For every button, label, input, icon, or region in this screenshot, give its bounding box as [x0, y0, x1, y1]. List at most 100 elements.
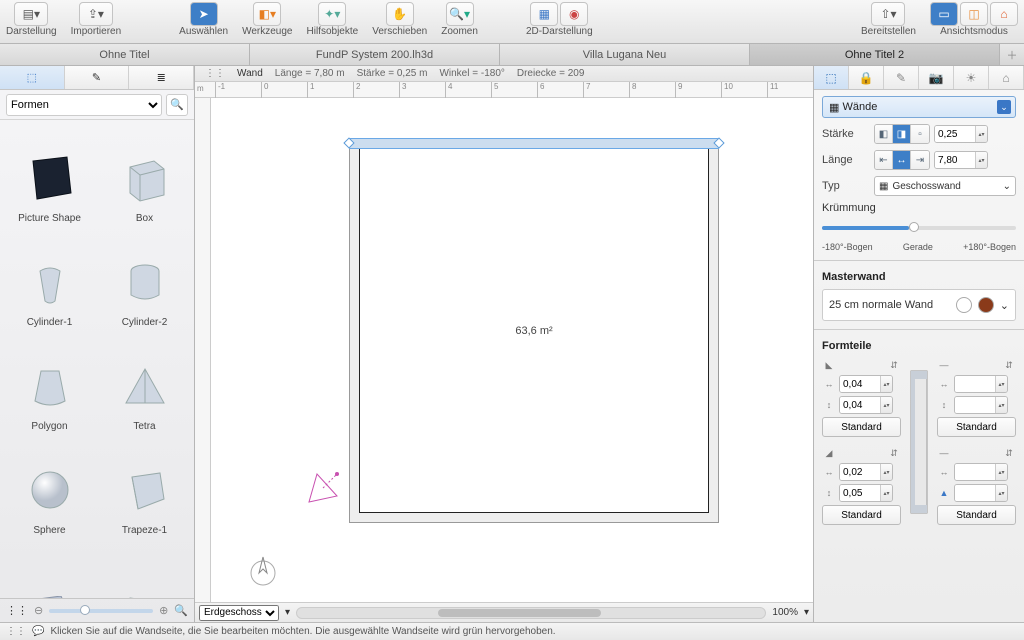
- mode-b-icon[interactable]: ◫: [960, 2, 988, 26]
- ft-l-1[interactable]: ▴▾: [839, 375, 893, 393]
- ft-l-3[interactable]: ▴▾: [839, 463, 893, 481]
- view2d-b-icon[interactable]: ◉: [560, 2, 588, 26]
- ft-r-1[interactable]: ▴▾: [954, 375, 1008, 393]
- ft-l-2[interactable]: ▴▾: [839, 396, 893, 414]
- tb-darstellung: ▤▾ Darstellung: [6, 2, 57, 37]
- library-tab-2[interactable]: ✎: [65, 66, 130, 89]
- insp-tab-wall[interactable]: ⬚: [814, 66, 849, 89]
- mode-c-icon[interactable]: ⌂: [990, 2, 1018, 26]
- shape-cyl2[interactable]: Cylinder-2: [99, 228, 190, 328]
- view2d-a-icon[interactable]: ▦: [530, 2, 558, 26]
- document-tabs: Ohne Titel FundP System 200.lh3d Villa L…: [0, 44, 1024, 66]
- tab-2[interactable]: Villa Lugana Neu: [500, 44, 750, 65]
- type-label: Typ: [822, 180, 870, 192]
- insp-tab-5[interactable]: ☀: [954, 66, 989, 89]
- insp-tab-3[interactable]: ✎: [884, 66, 919, 89]
- curvature-label: Krümmung: [822, 202, 1016, 214]
- tab-1[interactable]: FundP System 200.lh3d: [250, 44, 500, 65]
- zoom-out-icon[interactable]: ⊖: [34, 604, 43, 617]
- info-icon: 💬: [32, 626, 44, 637]
- add-floor-icon[interactable]: ▾: [285, 607, 290, 618]
- main-toolbar: ▤▾ Darstellung ⇪▾ Importieren ➤Auswählen…: [0, 0, 1024, 44]
- tools-icon[interactable]: ◧▾: [253, 2, 281, 26]
- length-align[interactable]: ⇤↔⇥: [874, 150, 930, 170]
- search-icon[interactable]: 🔍: [174, 604, 188, 617]
- insp-tab-2[interactable]: 🔒: [849, 66, 884, 89]
- shape-trapeze[interactable]: Trapeze-1: [99, 436, 190, 536]
- library-sidebar: ⬚ ✎ ≣ Formen 🔍 Picture Shape Box Cylinde…: [0, 66, 195, 622]
- zoom-icon[interactable]: 🔍▾: [446, 2, 474, 26]
- shape-polygon[interactable]: Polygon: [4, 332, 95, 432]
- shape-tetra[interactable]: Tetra: [99, 332, 190, 432]
- tb-label: Bereitstellen: [861, 26, 916, 37]
- zoom-in-icon[interactable]: ⊕: [159, 604, 168, 617]
- ft-r-3[interactable]: ▴▾: [954, 463, 1008, 481]
- canvas-footer: Erdgeschoss ▾ 100% ▾: [195, 602, 813, 622]
- tb-label: Zoomen: [441, 26, 478, 37]
- floor-select[interactable]: Erdgeschoss: [199, 605, 279, 621]
- tb-label: Importieren: [71, 26, 122, 37]
- left-footer: ⋮⋮ ⊖ ⊕ 🔍: [0, 598, 194, 622]
- drawing-canvas[interactable]: 63,6 m²: [211, 98, 813, 602]
- tab-0[interactable]: Ohne Titel: [0, 44, 250, 65]
- library-zoom-slider[interactable]: [49, 609, 153, 613]
- hand-icon[interactable]: ✋: [386, 2, 414, 26]
- profile-top-icon: ◣: [822, 358, 836, 372]
- ft-l-std-2[interactable]: Standard: [822, 505, 901, 525]
- tb-label: 2D-Darstellung: [526, 26, 593, 37]
- masterwall-select[interactable]: 25 cm normale Wand ⌄: [822, 289, 1016, 321]
- import-icon[interactable]: ⇪▾: [79, 2, 113, 26]
- layout-icon[interactable]: ▤▾: [14, 2, 48, 26]
- category-select[interactable]: Formen: [6, 94, 162, 116]
- selection-info: ⋮⋮ Wand Länge = 7,80 m Stärke = 0,25 m W…: [195, 66, 813, 82]
- shape-sphere[interactable]: Sphere: [4, 436, 95, 536]
- zoom-pct: 100%: [772, 607, 798, 618]
- insp-tab-6[interactable]: ⌂: [989, 66, 1024, 89]
- formteile-title: Formteile: [822, 340, 1016, 352]
- element-type-select[interactable]: ▦ Wände ⌄: [822, 96, 1016, 118]
- tb-label: Hilfsobjekte: [307, 26, 359, 37]
- thickness-input[interactable]: ▴▾: [934, 125, 988, 143]
- thickness-label: Stärke: [822, 128, 870, 140]
- share-icon[interactable]: ⇧▾: [871, 2, 905, 26]
- helpers-icon[interactable]: ✦▾: [318, 2, 346, 26]
- stepper-icon[interactable]: ⇵: [887, 358, 901, 372]
- shape-9[interactable]: [4, 540, 95, 598]
- curvature-slider[interactable]: [822, 226, 1016, 230]
- thickness-align[interactable]: ◧◨▫: [874, 124, 930, 144]
- shapes-grid: Picture Shape Box Cylinder-1 Cylinder-2 …: [0, 120, 194, 598]
- tb-importieren: ⇪▾ Importieren: [71, 2, 122, 37]
- tab-add-button[interactable]: ＋: [1000, 44, 1024, 65]
- ft-l-std-1[interactable]: Standard: [822, 417, 901, 437]
- chevron-down-icon: ⌄: [997, 100, 1011, 114]
- insp-tab-4[interactable]: 📷: [919, 66, 954, 89]
- camera-icon[interactable]: [303, 468, 343, 508]
- ft-r-std-2[interactable]: Standard: [937, 505, 1016, 525]
- inspector-sidebar: ⬚ 🔒 ✎ 📷 ☀ ⌂ ▦ Wände ⌄ Stärke ◧◨▫ ▴▾ Läng…: [814, 66, 1024, 622]
- room-outline[interactable]: 63,6 m²: [349, 138, 719, 523]
- cursor-icon[interactable]: ➤: [190, 2, 218, 26]
- tb-label: Darstellung: [6, 26, 57, 37]
- shape-box[interactable]: Box: [99, 124, 190, 224]
- zoom-menu-icon[interactable]: ▾: [804, 607, 809, 618]
- ft-r-std-1[interactable]: Standard: [937, 417, 1016, 437]
- length-input[interactable]: ▴▾: [934, 151, 988, 169]
- library-tab-shapes[interactable]: ⬚: [0, 66, 65, 89]
- shape-cyl1[interactable]: Cylinder-1: [4, 228, 95, 328]
- mode-a-icon[interactable]: ▭: [930, 2, 958, 26]
- curvature-ticks: -180°-BogenGerade+180°-Bogen: [822, 242, 1016, 252]
- compass-icon: [246, 553, 280, 587]
- shape-picture[interactable]: Picture Shape: [4, 124, 95, 224]
- search-icon[interactable]: 🔍: [166, 94, 188, 116]
- selected-wall[interactable]: [349, 138, 719, 149]
- ft-l-4[interactable]: ▴▾: [839, 484, 893, 502]
- h-scrollbar[interactable]: [296, 607, 766, 619]
- length-label: Länge: [822, 154, 870, 166]
- status-bar: ⋮⋮ 💬 Klicken Sie auf die Wandseite, die …: [0, 622, 1024, 640]
- library-tab-3[interactable]: ≣: [129, 66, 194, 89]
- tab-3[interactable]: Ohne Titel 2: [750, 44, 1000, 65]
- ft-r-2[interactable]: ▴▾: [954, 396, 1008, 414]
- type-select[interactable]: ▦ Geschosswand⌄: [874, 176, 1016, 196]
- shape-10[interactable]: [99, 540, 190, 598]
- ft-r-4[interactable]: ▴▾: [954, 484, 1008, 502]
